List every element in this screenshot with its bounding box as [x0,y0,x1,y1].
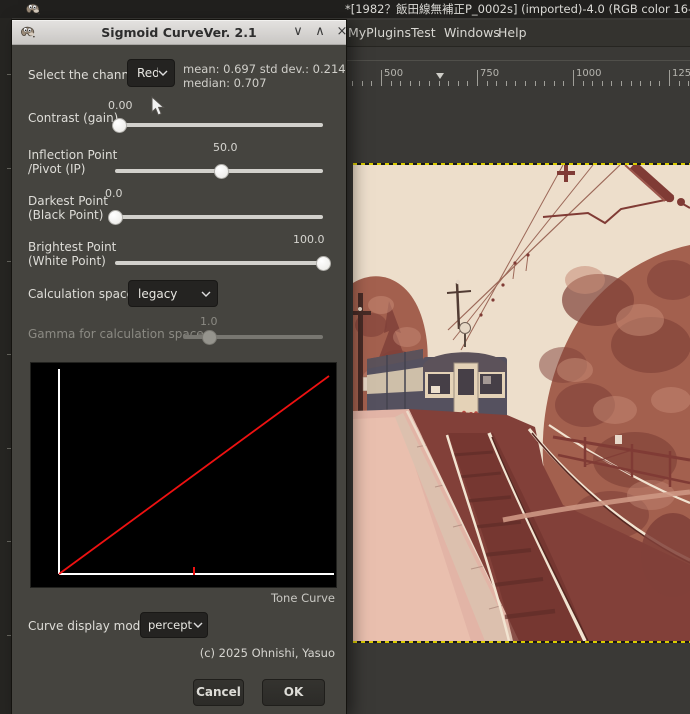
calc-space-select[interactable]: legacy [128,280,218,307]
color-cast-overlay [353,165,690,641]
slider-label-inflection-point: Inflection Point [28,148,117,162]
slider-value-brightest-point: 100.0 [293,233,325,246]
sigmoid-curve-dialog: Sigmoid CurveVer. 2.1 ∨ ∧ × Select the c… [12,20,346,714]
canvas-area[interactable] [346,86,690,714]
menu-item-help[interactable]: Help [498,25,527,40]
display-mode-value: perceptual [141,618,193,632]
display-mode-select[interactable]: perceptual [140,612,208,638]
ruler-tick-label: 1250 [672,68,690,79]
copyright-text: (c) 2025 Ohnishi, Yasuo [162,646,335,660]
ruler-position-marker [436,73,444,79]
chevron-down-icon [158,70,168,76]
horizontal-ruler[interactable]: 500 750 1000 1250 [346,60,690,88]
slider-label-gamma: Gamma for calculation space [28,327,204,341]
calc-space-label: Calculation space: [28,287,138,301]
tone-curve-panel[interactable] [30,362,337,588]
train-photo [353,165,690,641]
gimp-logo-icon [24,2,41,16]
menu-item-myplugins[interactable]: MyPlugins [348,25,411,40]
slider-track-brightest-point[interactable] [115,261,323,265]
close-window-button[interactable]: × [332,24,352,42]
slider-track-contrast-gain[interactable] [115,123,323,127]
slider-label2-brightest-point: (White Point) [28,254,106,268]
window-title: *[1982？飯田線無補正P_0002s] (imported)-4.0 (RG… [345,1,690,17]
menu-bar: MyPluginsTest WindowsHelp [346,20,690,47]
slider-value-contrast-gain: 0.00 [108,99,133,112]
shade-window-button[interactable]: ∨ [288,24,308,42]
layer-boundary-bottom [353,641,690,643]
ruler-major-tick [669,70,670,87]
tone-curve-plot [31,363,336,587]
slider-thumb-darkest-point[interactable] [108,210,123,225]
stats-line1: mean: 0.697 std dev.: 0.214 [183,62,346,76]
chevron-down-icon [201,291,211,297]
vertical-ruler[interactable] [0,18,12,714]
display-mode-label: Curve display mode: [28,619,152,633]
mouse-cursor-icon [151,96,166,117]
chevron-down-icon [193,622,203,628]
slider-label2-inflection-point: /Pivot (IP) [28,162,85,176]
stats-line2: median: 0.707 [183,76,267,90]
channel-select-value: Red [128,66,158,80]
slider-label2-darkest-point: (Black Point) [28,208,103,222]
ruler-tick-label: 500 [384,68,403,79]
slider-thumb-brightest-point[interactable] [316,256,331,271]
slider-thumb-inflection-point[interactable] [214,164,229,179]
slider-label-darkest-point: Darkest Point [28,194,108,208]
tone-curve-line [59,376,329,574]
slider-track-darkest-point[interactable] [115,215,323,219]
slider-value-gamma: 1.0 [200,315,218,328]
slider-thumb-gamma[interactable] [202,330,217,345]
slider-label-contrast-gain: Contrast (gain) [28,111,118,125]
menu-item-test[interactable]: Test [411,25,436,40]
ruler-tick-label: 1000 [576,68,601,79]
slider-value-darkest-point: 0.0 [105,187,123,200]
dialog-titlebar[interactable]: Sigmoid CurveVer. 2.1 ∨ ∧ × [12,20,346,45]
ruler-tick-label: 750 [480,68,499,79]
slider-thumb-contrast-gain[interactable] [112,118,127,133]
maximize-window-button[interactable]: ∧ [310,24,330,42]
menu-item-windows[interactable]: Windows [444,25,500,40]
ok-button[interactable]: OK [262,679,325,706]
slider-label-brightest-point: Brightest Point [28,240,116,254]
cancel-button[interactable]: Cancel [193,679,244,706]
ruler-major-tick [381,70,382,87]
screenshot-root: *[1982？飯田線無補正P_0002s] (imported)-4.0 (RG… [0,0,690,714]
gimp-window-titlebar: *[1982？飯田線無補正P_0002s] (imported)-4.0 (RG… [0,0,690,18]
tone-curve-caption: Tone Curve [212,591,335,605]
calc-space-value: legacy [129,287,201,301]
train-photo-illustration [353,165,690,641]
slider-value-inflection-point: 50.0 [213,141,238,154]
channel-select[interactable]: Red [127,59,175,87]
